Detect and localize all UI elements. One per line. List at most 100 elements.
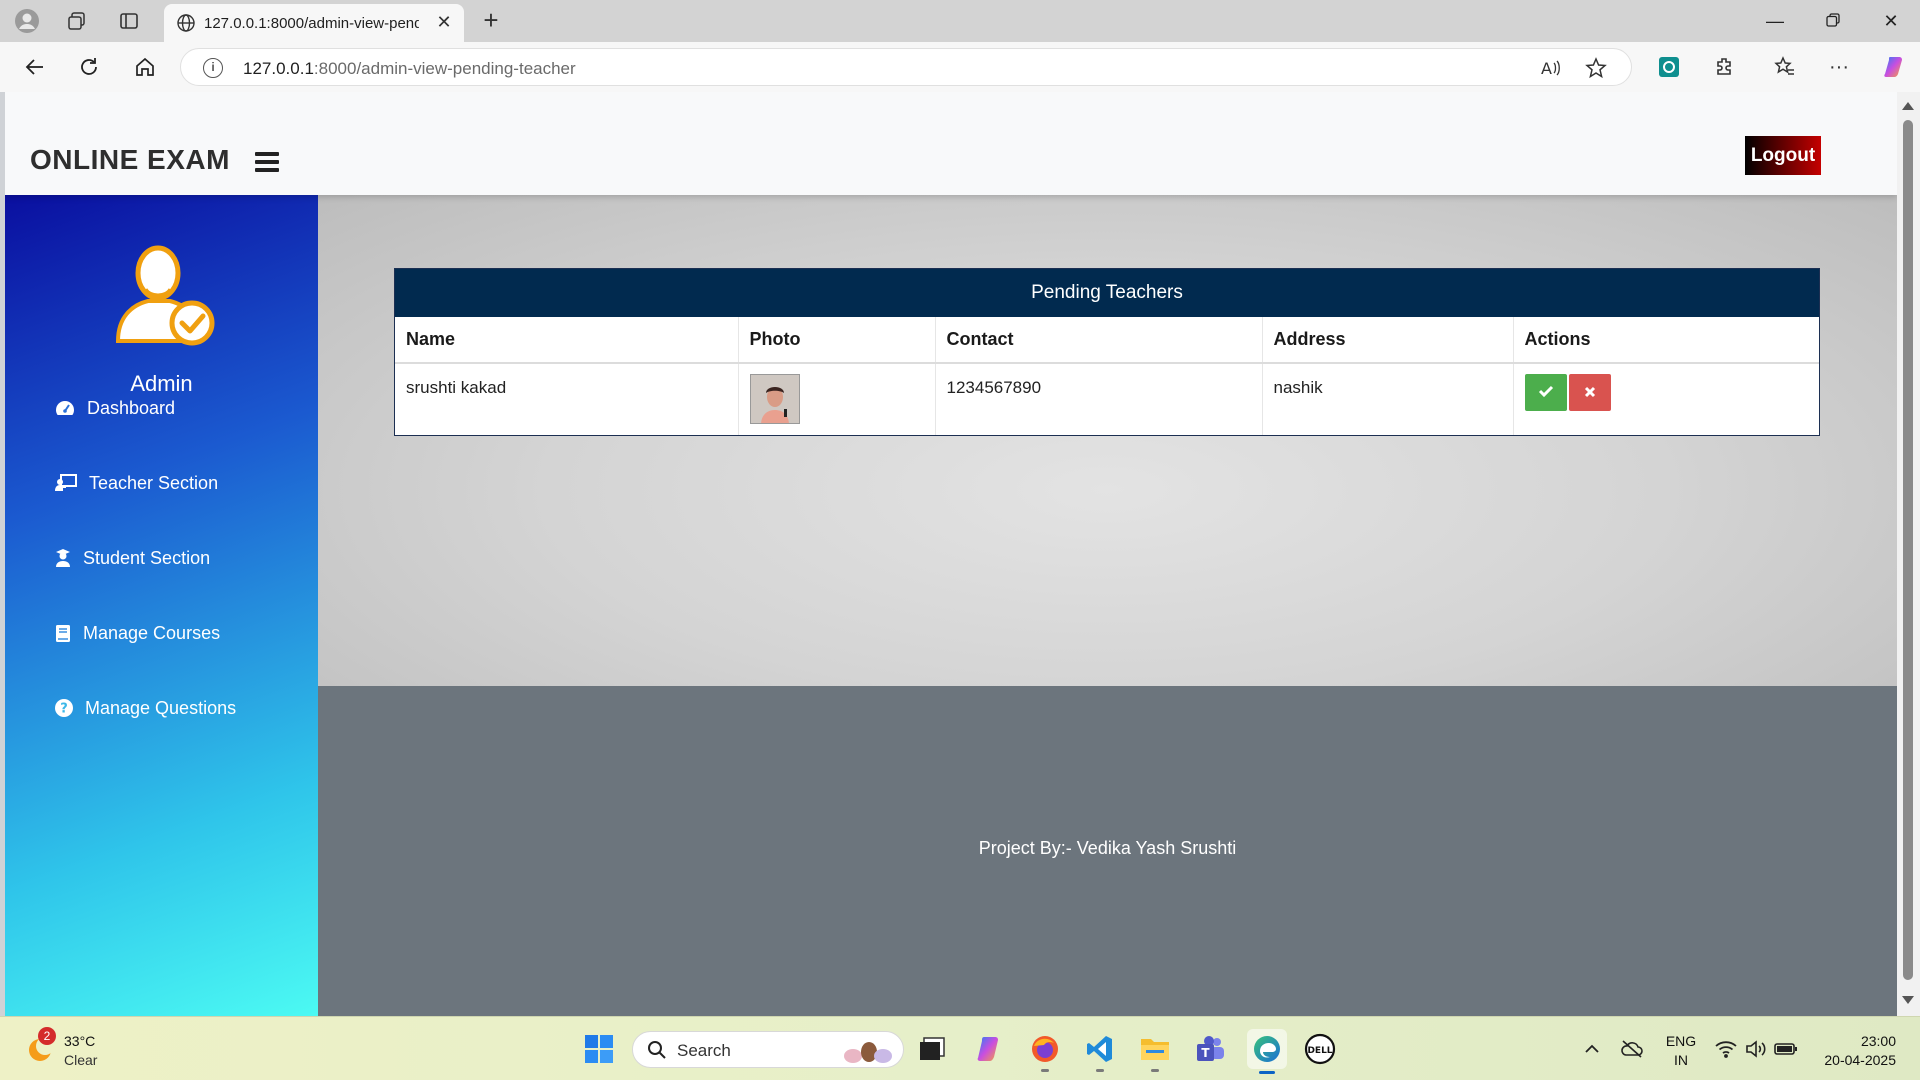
- page-scrollbar[interactable]: [1897, 92, 1920, 1016]
- favorites-icon[interactable]: [1770, 52, 1800, 82]
- student-icon: [55, 548, 71, 568]
- firefox-icon[interactable]: [1027, 1031, 1063, 1072]
- read-aloud-icon[interactable]: A: [1541, 57, 1563, 79]
- taskbar: 2 33°C Clear Search T DELL ENG IN 23:00 …: [0, 1016, 1920, 1080]
- column-header-actions: Actions: [1513, 317, 1819, 364]
- scrollbar-thumb[interactable]: [1903, 120, 1913, 980]
- weather-badge: 2: [38, 1027, 56, 1045]
- refresh-icon[interactable]: [74, 52, 104, 82]
- url-text: 127.0.0.1:8000/admin-view-pending-teache…: [243, 59, 576, 79]
- table-row: srushti kakad 1234567890 nashik: [395, 363, 1819, 435]
- sidebar-item-label: Manage Courses: [83, 622, 221, 643]
- language-region[interactable]: IN: [1664, 1052, 1698, 1068]
- menu-toggle-icon[interactable]: [255, 152, 279, 172]
- sidebar-item-label: Student Section: [83, 547, 211, 568]
- minimize-icon[interactable]: —: [1760, 6, 1790, 36]
- sidebar-item-label: Manage Questions: [85, 697, 237, 718]
- browser-toolbar: i 127.0.0.1:8000/admin-view-pending-teac…: [0, 42, 1920, 92]
- extension-app-icon[interactable]: [1654, 52, 1684, 82]
- footer-credits: Project By:- Vedika Yash Srushti: [978, 838, 1237, 858]
- table-header-row: Name Photo Contact Address Actions: [395, 317, 1819, 364]
- svg-text:DELL: DELL: [1307, 1046, 1332, 1056]
- search-highlight-icon: [841, 1038, 897, 1069]
- file-explorer-icon[interactable]: [1137, 1031, 1173, 1072]
- teacher-photo[interactable]: [749, 374, 800, 424]
- teams-icon[interactable]: T: [1192, 1031, 1228, 1067]
- panel-title: Pending Teachers: [395, 269, 1819, 317]
- teacher-contact: 1234567890: [935, 363, 1263, 435]
- workspaces-icon[interactable]: [64, 8, 90, 34]
- close-icon: [1584, 386, 1595, 398]
- site-footer: Project By:- Vedika Yash Srushti: [318, 686, 1897, 1016]
- restore-icon[interactable]: [1818, 6, 1848, 36]
- cloud-offline-icon[interactable]: [1614, 1031, 1650, 1067]
- reject-button[interactable]: [1568, 374, 1611, 411]
- pending-teachers-table: Name Photo Contact Address Actions srush…: [395, 317, 1819, 435]
- web-page: ONLINE EXAM Logout Admin Dashboard Teach…: [5, 92, 1897, 1016]
- column-header-address: Address: [1262, 317, 1514, 364]
- browser-tab-strip: 127.0.0.1:8000/admin-view-pendi ✕ + — ✕: [0, 0, 1920, 42]
- book-icon: [55, 623, 71, 643]
- site-info-icon[interactable]: i: [203, 58, 223, 78]
- copilot-icon[interactable]: [1880, 52, 1910, 82]
- language-indicator[interactable]: ENG: [1664, 1033, 1698, 1049]
- logout-button[interactable]: Logout: [1745, 136, 1821, 175]
- address-bar[interactable]: i 127.0.0.1:8000/admin-view-pending-teac…: [180, 48, 1632, 86]
- profile-icon[interactable]: [14, 8, 40, 34]
- dell-icon[interactable]: DELL: [1302, 1031, 1338, 1067]
- search-icon: [647, 1040, 667, 1065]
- clock-time[interactable]: 23:00: [1812, 1033, 1896, 1049]
- question-icon: ?: [55, 698, 73, 718]
- tab-title: 127.0.0.1:8000/admin-view-pendi: [204, 15, 419, 32]
- extensions-icon[interactable]: [1710, 52, 1740, 82]
- close-window-icon[interactable]: ✕: [1876, 6, 1906, 36]
- new-tab-button[interactable]: +: [478, 7, 504, 34]
- scroll-up-icon[interactable]: [1902, 102, 1914, 110]
- teacher-actions: [1513, 363, 1819, 435]
- weather-temperature[interactable]: 33°C: [64, 1033, 95, 1049]
- svg-text:?: ?: [60, 702, 68, 717]
- check-icon: [1538, 385, 1553, 398]
- dashboard-icon: [55, 398, 75, 418]
- search-placeholder: Search: [677, 1041, 731, 1060]
- svg-text:T: T: [1201, 1046, 1210, 1060]
- favorite-star-icon[interactable]: [1585, 57, 1607, 79]
- taskbar-search-input[interactable]: Search: [632, 1031, 904, 1068]
- sidebar-item-manage-questions[interactable]: ? Manage Questions: [55, 693, 236, 723]
- approve-button[interactable]: [1524, 374, 1567, 411]
- vscode-icon[interactable]: [1082, 1031, 1118, 1072]
- tab-actions-icon[interactable]: [116, 8, 142, 34]
- svg-text:A: A: [1541, 59, 1552, 78]
- teacher-address: nashik: [1262, 363, 1514, 435]
- back-icon[interactable]: [20, 52, 50, 82]
- active-tab[interactable]: 127.0.0.1:8000/admin-view-pendi ✕: [164, 4, 464, 42]
- copilot-app-icon[interactable]: [972, 1031, 1008, 1067]
- sidebar-item-student-section[interactable]: Student Section: [55, 543, 210, 573]
- clock-date[interactable]: 20-04-2025: [1812, 1052, 1896, 1068]
- more-menu-icon[interactable]: ···: [1824, 52, 1854, 82]
- teacher-name: srushti kakad: [395, 363, 739, 435]
- sidebar-item-teacher-section[interactable]: Teacher Section: [55, 468, 218, 498]
- sidebar-item-manage-courses[interactable]: Manage Courses: [55, 618, 220, 648]
- battery-icon[interactable]: [1768, 1031, 1804, 1067]
- close-tab-icon[interactable]: ✕: [434, 12, 454, 32]
- column-header-contact: Contact: [935, 317, 1263, 364]
- sidebar-item-label: Dashboard: [87, 397, 176, 418]
- main-content: Pending Teachers Name Photo Contact Addr…: [318, 195, 1897, 686]
- home-icon[interactable]: [130, 52, 160, 82]
- sidebar-item-label: Teacher Section: [89, 472, 219, 493]
- scroll-down-icon[interactable]: [1902, 996, 1914, 1004]
- brand-title[interactable]: ONLINE EXAM: [30, 144, 230, 176]
- weather-condition[interactable]: Clear: [64, 1052, 97, 1068]
- edge-icon[interactable]: [1247, 1029, 1287, 1074]
- start-windows-icon[interactable]: [581, 1031, 617, 1067]
- url-path: :8000/admin-view-pending-teacher: [313, 59, 576, 78]
- globe-icon: [176, 13, 196, 38]
- task-view-icon[interactable]: [914, 1031, 950, 1067]
- column-header-photo: Photo: [738, 317, 936, 364]
- sidebar: Admin Dashboard Teacher Section Student …: [5, 195, 318, 1016]
- teacher-icon: [55, 473, 77, 493]
- show-hidden-icons-icon[interactable]: [1574, 1031, 1610, 1067]
- teacher-photo-cell: [738, 363, 936, 435]
- sidebar-item-dashboard[interactable]: Dashboard: [55, 393, 175, 423]
